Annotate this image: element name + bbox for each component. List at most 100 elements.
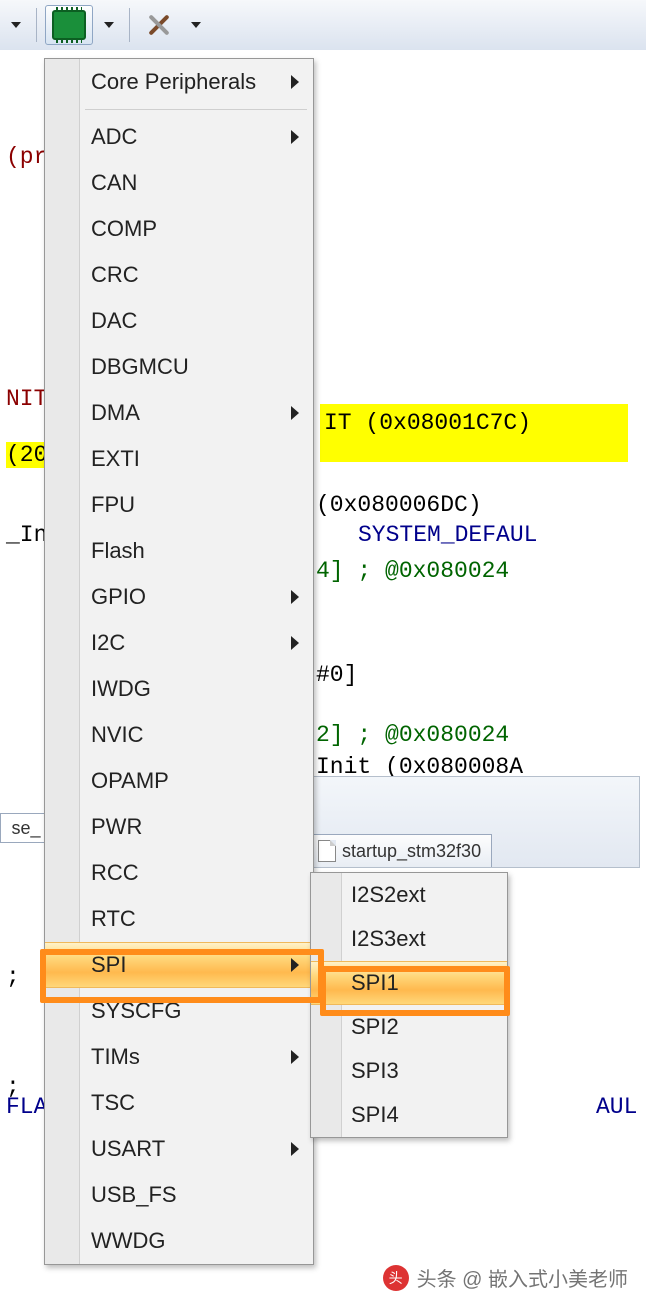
menu-item-label: SPI1 (351, 970, 399, 996)
menu-item-label: EXTI (91, 446, 140, 472)
menu-item-label: GPIO (91, 584, 146, 610)
menu-item-label: IWDG (91, 676, 151, 702)
menu-item-flash[interactable]: Flash (45, 528, 313, 574)
menu-item-label: WWDG (91, 1228, 166, 1254)
submenu-arrow-icon (291, 75, 299, 89)
menu-item-label: DAC (91, 308, 137, 334)
menu-item-tims[interactable]: TIMs (45, 1034, 313, 1080)
code-text: SYSTEM_DEFAUL (358, 522, 537, 548)
menu-item-usart[interactable]: USART (45, 1126, 313, 1172)
tab-label: startup_stm32f30 (342, 841, 481, 862)
menu-item-label: RCC (91, 860, 139, 886)
submenu-item-spi3[interactable]: SPI3 (311, 1049, 507, 1093)
watermark-logo-icon: 头 (383, 1265, 409, 1291)
code-text: #0] (316, 662, 357, 688)
code-text: AUL (596, 1094, 637, 1120)
submenu-arrow-icon (291, 958, 299, 972)
tab-startup-file[interactable]: startup_stm32f30 (311, 834, 492, 867)
menu-item-label: SPI (91, 952, 126, 978)
menu-item-iwdg[interactable]: IWDG (45, 666, 313, 712)
menu-item-label: RTC (91, 906, 136, 932)
menu-item-usb_fs[interactable]: USB_FS (45, 1172, 313, 1218)
menu-item-syscfg[interactable]: SYSCFG (45, 988, 313, 1034)
menu-item-label: PWR (91, 814, 142, 840)
tab-label: se_ (11, 818, 40, 839)
menu-item-adc[interactable]: ADC (45, 114, 313, 160)
menu-item-gpio[interactable]: GPIO (45, 574, 313, 620)
submenu-arrow-icon (291, 406, 299, 420)
tools-button[interactable] (138, 5, 180, 45)
peripherals-caret[interactable] (97, 5, 121, 45)
menu-item-label: I2S3ext (351, 926, 426, 952)
chip-icon (52, 10, 86, 40)
menu-item-label: Flash (91, 538, 145, 564)
submenu-item-spi1[interactable]: SPI1 (311, 961, 507, 1005)
menu-item-label: NVIC (91, 722, 144, 748)
menu-item-label: DMA (91, 400, 140, 426)
submenu-item-spi2[interactable]: SPI2 (311, 1005, 507, 1049)
code-text: 2] ; @0x080024 (316, 722, 509, 748)
tools-caret[interactable] (184, 5, 208, 45)
editor-tab-strip: startup_stm32f30 (310, 776, 640, 868)
menu-item-opamp[interactable]: OPAMP (45, 758, 313, 804)
menu-item-dbgmcu[interactable]: DBGMCU (45, 344, 313, 390)
menu-item-label: CRC (91, 262, 139, 288)
menu-item-label: ADC (91, 124, 137, 150)
caret-button-1[interactable] (4, 5, 28, 45)
menu-item-label: SPI4 (351, 1102, 399, 1128)
menu-item-crc[interactable]: CRC (45, 252, 313, 298)
menu-item-can[interactable]: CAN (45, 160, 313, 206)
code-text: NIT (6, 386, 47, 412)
file-icon (318, 840, 336, 862)
toolbar-separator (129, 8, 130, 42)
menu-item-label: SPI2 (351, 1014, 399, 1040)
submenu-arrow-icon (291, 130, 299, 144)
menu-item-label: Core Peripherals (91, 69, 256, 95)
menu-item-label: I2C (91, 630, 125, 656)
menu-item-label: OPAMP (91, 768, 169, 794)
menu-item-label: SYSCFG (91, 998, 181, 1024)
submenu-item-i2s3ext[interactable]: I2S3ext (311, 917, 507, 961)
menu-item-rtc[interactable]: RTC (45, 896, 313, 942)
caret-down-icon (104, 22, 114, 28)
menu-item-nvic[interactable]: NVIC (45, 712, 313, 758)
toolbar-separator (36, 8, 37, 42)
submenu-arrow-icon (291, 1142, 299, 1156)
caret-down-icon (191, 22, 201, 28)
code-text: ; (6, 964, 20, 990)
menu-item-dac[interactable]: DAC (45, 298, 313, 344)
code-text: _In (6, 522, 47, 548)
menu-item-label: CAN (91, 170, 137, 196)
code-text: FLA (6, 1094, 47, 1120)
submenu-item-i2s2ext[interactable]: I2S2ext (311, 873, 507, 917)
toolbar (0, 0, 646, 51)
peripherals-button[interactable] (45, 5, 93, 45)
menu-item-tsc[interactable]: TSC (45, 1080, 313, 1126)
submenu-arrow-icon (291, 590, 299, 604)
menu-item-exti[interactable]: EXTI (45, 436, 313, 482)
caret-down-icon (11, 22, 21, 28)
menu-item-i2c[interactable]: I2C (45, 620, 313, 666)
menu-item-label: COMP (91, 216, 157, 242)
submenu-item-spi4[interactable]: SPI4 (311, 1093, 507, 1137)
tools-icon (145, 11, 173, 39)
code-text: (20 (6, 442, 47, 468)
menu-item-label: DBGMCU (91, 354, 189, 380)
menu-item-spi[interactable]: SPI (45, 942, 313, 988)
menu-item-label: I2S2ext (351, 882, 426, 908)
menu-item-rcc[interactable]: RCC (45, 850, 313, 896)
peripherals-menu: Core Peripherals ADC CAN COMP CRC DAC DBGMCU D… (44, 58, 314, 1265)
menu-item-pwr[interactable]: PWR (45, 804, 313, 850)
menu-item-label: USB_FS (91, 1182, 177, 1208)
menu-item-dma[interactable]: DMA (45, 390, 313, 436)
menu-item-label: USART (91, 1136, 165, 1162)
menu-item-fpu[interactable]: FPU (45, 482, 313, 528)
menu-item-label: TIMs (91, 1044, 140, 1070)
menu-item-label: TSC (91, 1090, 135, 1116)
menu-core-peripherals[interactable]: Core Peripherals (45, 59, 313, 105)
highlighted-line: IT (0x08001C7C) (320, 404, 628, 462)
menu-item-comp[interactable]: COMP (45, 206, 313, 252)
submenu-arrow-icon (291, 636, 299, 650)
watermark-text: 头条 @ 嵌入式小美老师 (417, 1263, 628, 1292)
menu-item-wwdg[interactable]: WWDG (45, 1218, 313, 1264)
